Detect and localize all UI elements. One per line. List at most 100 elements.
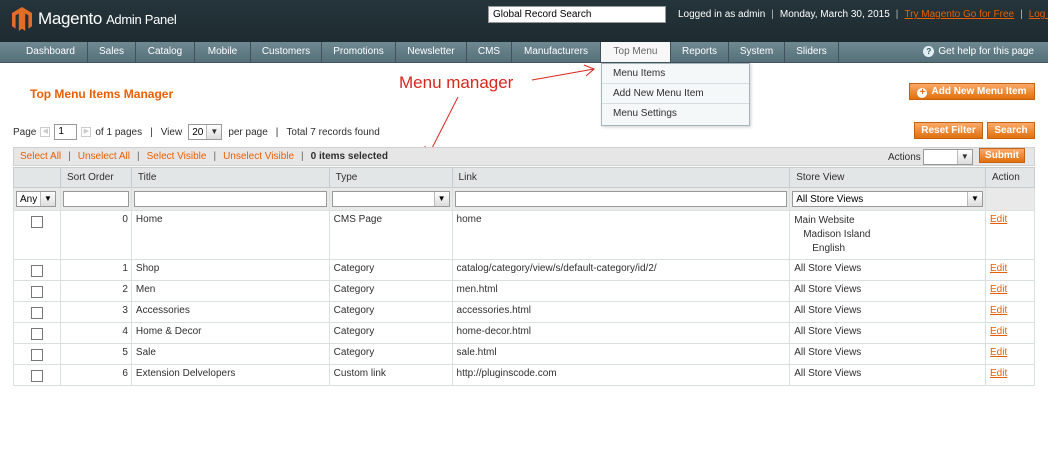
- separator: |: [137, 151, 140, 162]
- link-cell: home-decor.html: [451, 322, 791, 344]
- store-view-cell: All Store Views: [789, 343, 986, 365]
- header-sort-order[interactable]: Sort Order: [59, 167, 132, 188]
- title-cell: Extension Delvelopers: [130, 364, 330, 386]
- row-checkbox-cell: [13, 343, 61, 365]
- title-cell: Accessories: [130, 301, 330, 323]
- add-new-menu-item-button[interactable]: + Add New Menu Item: [909, 83, 1035, 100]
- row-checkbox-cell: [13, 322, 61, 344]
- search-button[interactable]: Search: [987, 122, 1035, 139]
- store-website: Main Website: [794, 215, 855, 226]
- table-row[interactable]: 5 Sale Category sale.html All Store View…: [13, 343, 1036, 365]
- prev-page-icon[interactable]: ◀: [40, 127, 51, 137]
- edit-link[interactable]: Edit: [990, 326, 1007, 337]
- type-filter-select[interactable]: ▼: [331, 191, 450, 207]
- checkbox-filter-select[interactable]: Any ▼: [16, 191, 56, 207]
- next-page-icon[interactable]: ▶: [81, 127, 92, 137]
- separator: |: [301, 151, 304, 162]
- table-row[interactable]: 0 Home CMS Page home Main Website Madison…: [13, 210, 1036, 260]
- sort-order-cell: 2: [59, 280, 132, 302]
- type-cell: Category: [328, 322, 453, 344]
- header-title[interactable]: Title: [130, 167, 330, 188]
- header-type[interactable]: Type: [328, 167, 453, 188]
- store-view-cell: All Store Views: [789, 322, 986, 344]
- massaction-links: Select All | Unselect All | Select Visible | U…: [20, 151, 388, 162]
- edit-link[interactable]: Edit: [990, 368, 1007, 379]
- link-cell: home: [451, 210, 791, 260]
- grid-filter-row: Any ▼ ▼ All Store Views ▼: [13, 187, 1036, 211]
- separator: |: [150, 126, 153, 138]
- edit-link[interactable]: Edit: [990, 347, 1007, 358]
- type-cell: CMS Page: [328, 210, 453, 260]
- header-action: Action: [984, 167, 1036, 188]
- row-checkbox-cell: [13, 364, 61, 386]
- row-checkbox[interactable]: [30, 370, 43, 382]
- row-checkbox[interactable]: [30, 349, 43, 361]
- store-view-cell: All Store Views: [789, 364, 986, 386]
- store-filter-value: All Store Views: [796, 193, 864, 205]
- sort-order-filter-input[interactable]: [62, 191, 129, 207]
- separator: |: [275, 126, 279, 138]
- view-value: 20: [192, 126, 204, 138]
- action-cell: Edit: [984, 364, 1036, 386]
- header-link[interactable]: Link: [451, 167, 791, 188]
- link-cell: men.html: [451, 280, 791, 302]
- table-row[interactable]: 4 Home & Decor Category home-decor.html …: [13, 322, 1036, 344]
- store-view-filter-select[interactable]: All Store Views ▼: [792, 191, 983, 207]
- of-pages-text: of 1 pages: [95, 126, 143, 138]
- view-label: View: [160, 126, 183, 138]
- row-checkbox-cell: [13, 280, 61, 302]
- chevron-down-icon: ▼: [966, 192, 982, 206]
- chevron-down-icon: ▼: [433, 192, 449, 206]
- title-cell: Men: [130, 280, 330, 302]
- reset-filter-button[interactable]: Reset Filter: [914, 122, 983, 139]
- row-checkbox[interactable]: [30, 265, 43, 277]
- row-checkbox[interactable]: [30, 216, 43, 228]
- page-label: Page: [13, 126, 37, 138]
- row-checkbox[interactable]: [30, 307, 43, 319]
- table-row[interactable]: 3 Accessories Category accessories.html …: [13, 301, 1036, 323]
- store-view-cell: All Store Views: [789, 259, 986, 281]
- actions-select[interactable]: ▼: [922, 149, 973, 165]
- action-cell: Edit: [984, 343, 1036, 365]
- unselect-all-link[interactable]: Unselect All: [78, 151, 130, 162]
- edit-link[interactable]: Edit: [990, 263, 1007, 274]
- table-row[interactable]: 2 Men Category men.html All Store Views …: [13, 280, 1036, 302]
- table-row[interactable]: 1 Shop Category catalog/category/view/s/…: [13, 259, 1036, 281]
- grid-header-row: Sort Order Title Type Link Store View Ac…: [13, 167, 1036, 188]
- row-checkbox-cell: [13, 210, 61, 260]
- chevron-down-icon: ▼: [206, 125, 222, 139]
- sort-order-cell: 1: [59, 259, 132, 281]
- edit-link[interactable]: Edit: [990, 214, 1007, 225]
- separator: |: [213, 151, 217, 162]
- action-cell: Edit: [984, 280, 1036, 302]
- any-value: Any: [20, 193, 38, 205]
- page-input[interactable]: 1: [54, 124, 78, 140]
- massaction-actions: Actions ▼: [888, 149, 973, 165]
- select-visible-link[interactable]: Select Visible: [147, 151, 207, 162]
- title-cell: Home & Decor: [130, 322, 330, 344]
- action-cell: Edit: [984, 322, 1036, 344]
- unselect-visible-link[interactable]: Unselect Visible: [223, 151, 294, 162]
- sort-order-cell: 3: [59, 301, 132, 323]
- action-cell: Edit: [984, 301, 1036, 323]
- store-view-cell: All Store Views: [789, 280, 986, 302]
- row-checkbox[interactable]: [30, 328, 43, 340]
- filter-cell: Any ▼: [13, 187, 61, 211]
- title-cell: Home: [130, 210, 330, 260]
- view-select[interactable]: 20 ▼: [188, 124, 223, 140]
- title-cell: Sale: [130, 343, 330, 365]
- edit-link[interactable]: Edit: [990, 305, 1007, 316]
- table-row[interactable]: 6 Extension Delvelopers Custom link http…: [13, 364, 1036, 386]
- type-cell: Custom link: [328, 364, 453, 386]
- row-checkbox-cell: [13, 259, 61, 281]
- header-store-view[interactable]: Store View: [789, 167, 986, 188]
- title-filter-input[interactable]: [133, 191, 327, 207]
- link-filter-input[interactable]: [454, 191, 788, 207]
- submit-button[interactable]: Submit: [979, 148, 1025, 163]
- edit-link[interactable]: Edit: [990, 284, 1007, 295]
- filter-cell: [984, 187, 1036, 211]
- select-all-link[interactable]: Select All: [20, 151, 61, 162]
- per-page-text: per page: [228, 126, 268, 138]
- link-cell: http://pluginscode.com: [451, 364, 791, 386]
- row-checkbox[interactable]: [30, 286, 43, 298]
